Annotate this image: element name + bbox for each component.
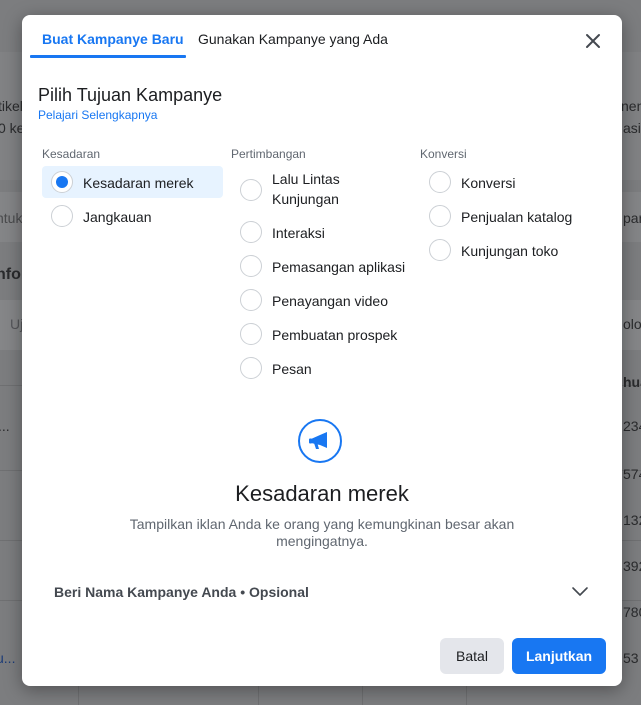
objective-brand-awareness[interactable]: Kesadaran merek: [51, 171, 194, 193]
dialog-heading: Pilih Tujuan Kampanye: [38, 85, 223, 105]
background-text: 574: [623, 466, 641, 482]
cancel-button[interactable]: Batal: [440, 638, 504, 674]
radio-button-selected[interactable]: [51, 171, 73, 193]
objective-conversions[interactable]: Konversi: [429, 171, 515, 193]
objective-label: Penayangan video: [272, 293, 388, 309]
column-title-awareness: Kesadaran: [42, 147, 101, 161]
radio-button[interactable]: [240, 357, 262, 379]
continue-button[interactable]: Lanjutkan: [512, 638, 606, 674]
objective-label: Pemasangan aplikasi: [272, 259, 406, 275]
objective-label: Konversi: [461, 175, 516, 191]
radio-button[interactable]: [240, 323, 262, 345]
radio-button[interactable]: [51, 205, 73, 227]
objective-app-installs[interactable]: Pemasangan aplikasi: [240, 255, 405, 277]
radio-button[interactable]: [240, 255, 262, 277]
objective-reach[interactable]: Jangkauan: [51, 205, 152, 227]
background-text: nen: [621, 98, 641, 114]
objective-engagement[interactable]: Interaksi: [240, 221, 325, 243]
column-title-consideration: Pertimbangan: [231, 147, 306, 161]
dialog-tabs: Buat Kampanye Baru Gunakan Kampanye yang…: [22, 15, 622, 59]
name-campaign-toggle[interactable]: Beri Nama Kampanye Anda • Opsional: [54, 584, 309, 600]
objective-messages[interactable]: Pesan: [240, 357, 312, 379]
radio-button[interactable]: [240, 289, 262, 311]
tab-new-campaign[interactable]: Buat Kampanye Baru: [42, 31, 184, 47]
objective-catalog-sales[interactable]: Penjualan katalog: [429, 205, 572, 227]
objective-label: Penjualan katalog: [461, 209, 573, 225]
radio-button[interactable]: [429, 205, 451, 227]
objective-label: Kunjungan toko: [461, 243, 559, 259]
objective-label: Jangkauan: [83, 209, 152, 225]
background-text: par: [623, 210, 641, 226]
chevron-down-icon[interactable]: [571, 585, 589, 597]
close-icon[interactable]: [584, 32, 602, 50]
background-text: 53: [623, 650, 639, 666]
objective-label: Interaksi: [272, 225, 325, 241]
background-text: hua: [623, 374, 641, 390]
radio-dot: [56, 176, 68, 188]
objective-traffic[interactable]: Lalu Lintas Kunjungan: [240, 169, 410, 209]
background-text: tikel: [0, 98, 23, 114]
background-link: u...: [0, 650, 16, 666]
objective-lead-generation[interactable]: Pembuatan prospek: [240, 323, 397, 345]
background-text: 780: [623, 604, 641, 620]
megaphone-glyph: [309, 432, 327, 449]
create-campaign-dialog: Buat Kampanye Baru Gunakan Kampanye yang…: [22, 15, 622, 686]
radio-button[interactable]: [429, 171, 451, 193]
radio-button[interactable]: [240, 179, 262, 201]
tab-existing-campaign[interactable]: Gunakan Kampanye yang Ada: [198, 31, 388, 47]
megaphone-icon: [298, 419, 342, 463]
column-title-conversion: Konversi: [420, 147, 467, 161]
background-text: asi: [623, 120, 641, 136]
selected-objective-title: Kesadaran merek: [235, 481, 409, 506]
radio-button[interactable]: [240, 221, 262, 243]
objective-store-visits[interactable]: Kunjungan toko: [429, 239, 558, 261]
radio-button[interactable]: [429, 239, 451, 261]
background-text: 392: [623, 558, 641, 574]
objective-label: Pesan: [272, 361, 312, 377]
background-text: 132: [623, 512, 641, 528]
background-text: 234: [623, 418, 641, 434]
background-text: olon: [623, 316, 641, 332]
objective-label: Kesadaran merek: [83, 175, 194, 191]
selected-objective-description: Tampilkan iklan Anda ke orang yang kemun…: [129, 516, 515, 549]
background-text: ntuk: [0, 210, 23, 226]
objective-label: Lalu Lintas Kunjungan: [272, 171, 340, 207]
background-text: 0 ke: [0, 120, 25, 136]
background-text: ...: [0, 418, 10, 434]
active-tab-indicator: [30, 55, 186, 58]
objective-video-views[interactable]: Penayangan video: [240, 289, 388, 311]
objective-label: Pembuatan prospek: [272, 327, 398, 343]
learn-more-link[interactable]: Pelajari Selengkapnya: [38, 108, 157, 122]
